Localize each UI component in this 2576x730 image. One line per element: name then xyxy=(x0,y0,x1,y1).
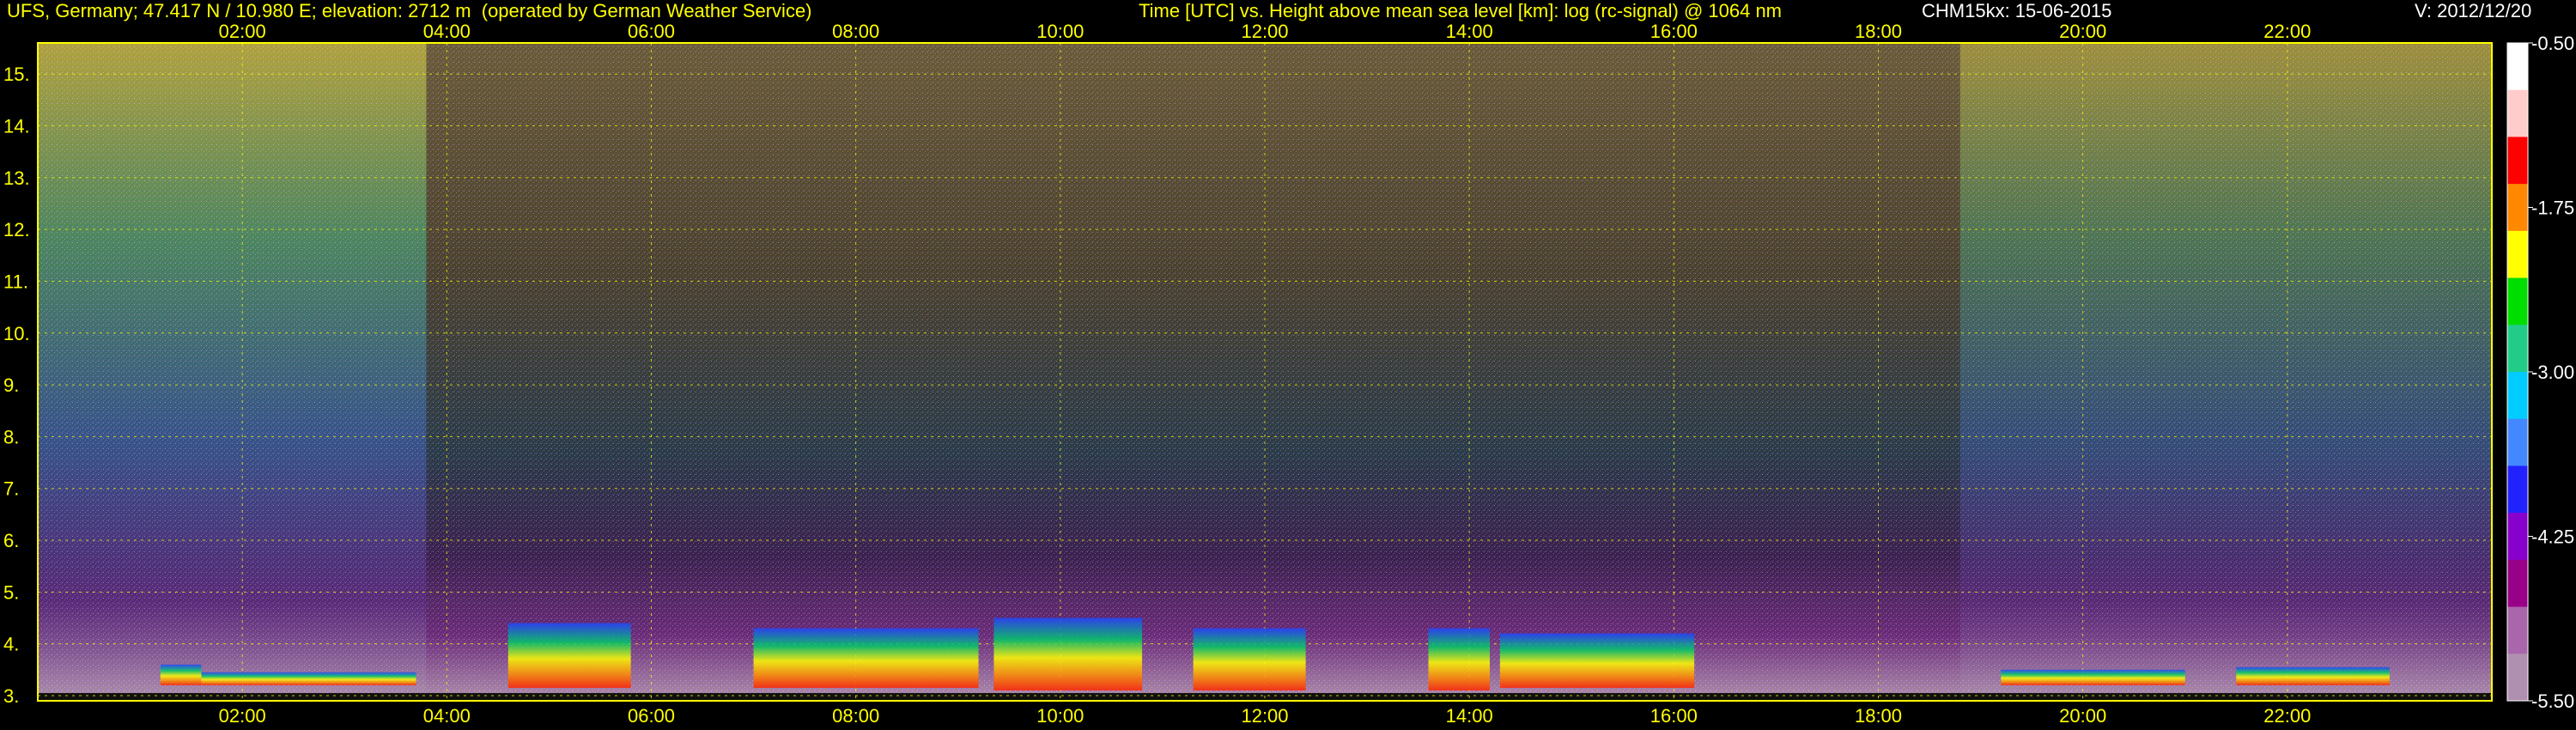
colorbar-segment xyxy=(2507,277,2528,325)
colorbar-segment xyxy=(2507,325,2528,373)
x-tick-label-bottom: 16:00 xyxy=(1650,705,1698,727)
colorbar-segment xyxy=(2507,230,2528,279)
y-tick-label: 6. xyxy=(3,530,19,551)
cloud-layer-2 xyxy=(507,623,631,688)
colorbar-segment xyxy=(2507,465,2528,514)
x-tick-label-bottom: 04:00 xyxy=(423,705,471,727)
y-tick-label: 10. xyxy=(3,323,30,344)
x-tick-label-top: 12:00 xyxy=(1241,21,1288,42)
x-tick-label-bottom: 02:00 xyxy=(219,705,266,727)
x-tick-label-bottom: 12:00 xyxy=(1241,705,1288,727)
colorbar-tick-label: -0.50 xyxy=(2531,33,2574,54)
cloud-layer-3 xyxy=(753,628,979,688)
colorbar-segment xyxy=(2507,372,2528,420)
x-tick-label-top: 08:00 xyxy=(832,21,879,42)
colorbar-segment xyxy=(2507,89,2528,137)
colorbar-segment xyxy=(2507,418,2528,466)
x-tick-label-top: 16:00 xyxy=(1650,21,1698,42)
y-tick-label: 5. xyxy=(3,581,19,603)
y-tick-label: 15. xyxy=(3,64,30,85)
colorbar-tick-label: -1.75 xyxy=(2531,198,2574,219)
y-tick-label: 12. xyxy=(3,219,30,240)
y-tick-label: 7. xyxy=(3,478,19,500)
cloud-layer-8 xyxy=(2001,669,2185,685)
x-tick-label-bottom: 20:00 xyxy=(2059,705,2106,727)
y-tick-label: 14. xyxy=(3,116,30,137)
colorbar-segment xyxy=(2507,559,2528,608)
x-tick-label-top: 10:00 xyxy=(1036,21,1084,42)
x-tick-label-bottom: 08:00 xyxy=(832,705,879,727)
y-tick-label: 9. xyxy=(3,374,19,396)
x-tick-label-bottom: 06:00 xyxy=(628,705,675,727)
colorbar-tick-label: -5.50 xyxy=(2531,690,2574,712)
y-tick-label: 11. xyxy=(3,271,28,292)
colorbar-tick-label: -3.00 xyxy=(2531,362,2574,383)
x-tick-label-bottom: 14:00 xyxy=(1446,705,1493,727)
x-tick-label-top: 18:00 xyxy=(1855,21,1902,42)
x-tick-label-top: 06:00 xyxy=(628,21,675,42)
x-tick-label-top: 04:00 xyxy=(423,21,471,42)
colorbar-segment xyxy=(2507,43,2528,91)
colorbar-segment xyxy=(2507,184,2528,232)
x-tick-label-bottom: 10:00 xyxy=(1036,705,1084,727)
cloud-layer-0 xyxy=(160,664,202,685)
cloud-layer-1 xyxy=(201,672,416,685)
y-tick-label: 4. xyxy=(3,634,19,655)
colorbar-segment xyxy=(2507,654,2528,702)
x-tick-label-top: 22:00 xyxy=(2263,21,2311,42)
y-tick-label: 8. xyxy=(3,426,19,447)
x-tick-label-bottom: 18:00 xyxy=(1855,705,1902,727)
y-tick-label: 13. xyxy=(3,167,30,189)
x-tick-label-bottom: 22:00 xyxy=(2263,705,2311,727)
colorbar-segment xyxy=(2507,513,2528,561)
cloud-layer-9 xyxy=(2236,666,2390,685)
lidar-backscatter-chart: 02:00 02:00 04:00 04:00 06:00 06:00 08:00 08:00… xyxy=(3,21,2574,727)
cloud-layer-6 xyxy=(1428,628,1490,690)
cloud-layer-5 xyxy=(1193,628,1306,690)
colorbar-segment xyxy=(2507,606,2528,654)
colorbar-segment xyxy=(2507,137,2528,185)
x-tick-label-top: 02:00 xyxy=(219,21,266,42)
x-tick-label-top: 20:00 xyxy=(2059,21,2106,42)
colorbar-tick-label: -4.25 xyxy=(2531,526,2574,548)
y-tick-label: 3. xyxy=(3,685,19,707)
x-tick-label-top: 14:00 xyxy=(1446,21,1493,42)
cloud-layer-4 xyxy=(993,617,1143,690)
cloud-layer-7 xyxy=(1499,633,1695,688)
